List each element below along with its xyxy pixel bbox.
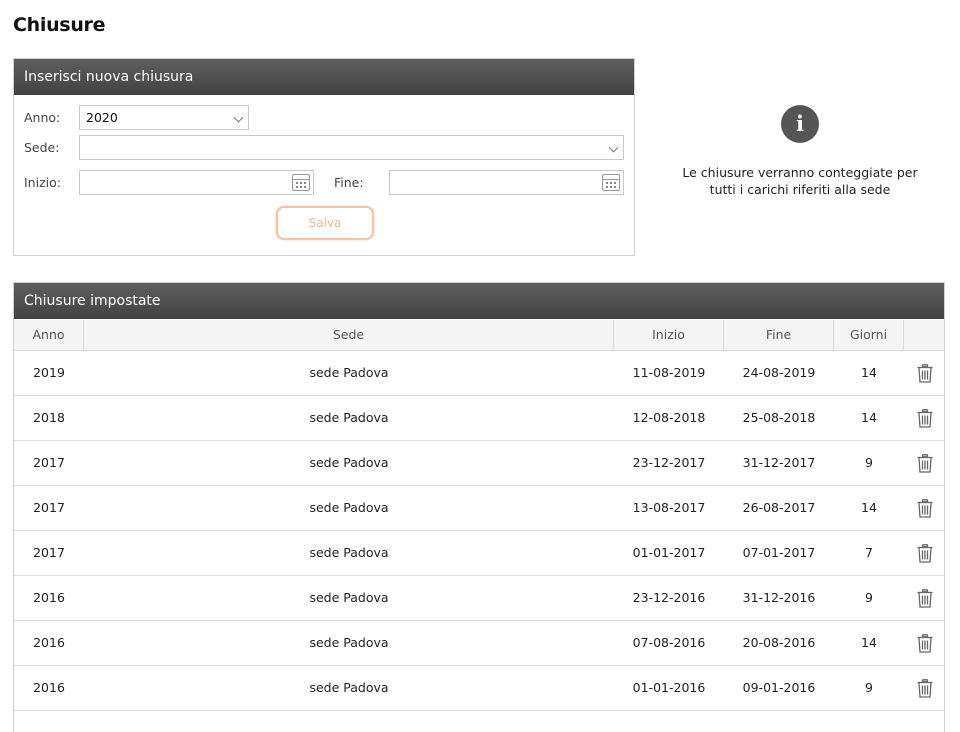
cell-giorni: 9 [865,590,873,605]
cell-giorni: 14 [861,365,877,380]
table-row[interactable]: 2017 sede Padova 01-01-2017 07-01-2017 7 [14,531,944,576]
cell-inizio: 01-01-2016 [632,680,706,695]
table-row[interactable]: 2016 sede Padova 07-08-2016 20-08-2016 14 [14,621,944,666]
cell-inizio: 01-01-2017 [632,545,706,560]
cell-giorni: 9 [865,680,873,695]
column-header-giorni[interactable]: Giorni [834,320,904,350]
insert-closure-panel: Inserisci nuova chiusura Anno: 2020 Sede… [13,58,635,256]
cell-anno: 2017 [33,545,65,560]
calendar-icon[interactable] [292,174,310,191]
chevron-down-icon [610,136,617,159]
cell-sede: sede Padova [309,680,389,695]
cell-fine: 25-08-2018 [742,410,816,425]
inizio-date-input[interactable] [79,170,314,195]
cell-fine: 20-08-2016 [742,635,816,650]
cell-inizio: 23-12-2017 [632,455,706,470]
cell-giorni: 14 [861,410,877,425]
cell-giorni: 9 [865,455,873,470]
cell-fine: 31-12-2017 [742,455,816,470]
column-header-fine[interactable]: Fine [724,320,834,350]
table-row[interactable]: 2018 sede Padova 12-08-2018 25-08-2018 14 [14,396,944,441]
cell-fine: 09-01-2016 [742,680,816,695]
cell-anno: 2016 [33,680,65,695]
table-row[interactable]: 2019 sede Padova 11-08-2019 24-08-2019 14 [14,351,944,396]
cell-anno: 2016 [33,635,65,650]
trash-icon[interactable] [917,364,933,383]
anno-select-value: 2020 [86,110,118,125]
cell-inizio: 11-08-2019 [632,365,706,380]
closures-list-panel: Chiusure impostate Anno Sede Inizio Fine… [13,282,945,732]
trash-icon[interactable] [917,634,933,653]
cell-anno: 2016 [33,590,65,605]
anno-label: Anno: [24,110,61,125]
calendar-icon[interactable] [602,174,620,191]
cell-sede: sede Padova [309,635,389,650]
sede-label: Sede: [24,140,60,155]
cell-inizio: 23-12-2016 [632,590,706,605]
sede-select[interactable] [79,135,624,160]
trash-icon[interactable] [917,589,933,608]
column-header-anno[interactable]: Anno [14,320,84,350]
info-icon: i [781,105,819,143]
cell-fine: 24-08-2019 [742,365,816,380]
cell-inizio: 12-08-2018 [632,410,706,425]
trash-icon[interactable] [917,499,933,518]
anno-select[interactable]: 2020 [79,105,249,130]
cell-inizio: 07-08-2016 [632,635,706,650]
save-button[interactable]: Salva [276,206,374,240]
page-title: Chiusure [13,14,106,36]
cell-giorni: 7 [865,545,873,560]
cell-inizio: 13-08-2017 [632,500,706,515]
inizio-label: Inizio: [24,175,61,190]
cell-giorni: 14 [861,635,877,650]
cell-sede: sede Padova [309,365,389,380]
insert-panel-header: Inserisci nuova chiusura [14,59,634,95]
cell-anno: 2019 [33,365,65,380]
table-row[interactable]: 2016 sede Padova 23-12-2016 31-12-2016 9 [14,576,944,621]
table-row[interactable]: 2016 sede Padova 01-01-2016 09-01-2016 9 [14,666,944,711]
chevron-down-icon [235,106,242,129]
cell-sede: sede Padova [309,590,389,605]
cell-anno: 2018 [33,410,65,425]
cell-anno: 2017 [33,500,65,515]
cell-giorni: 14 [861,500,877,515]
trash-icon[interactable] [917,679,933,698]
fine-date-input[interactable] [389,170,624,195]
column-header-actions [904,320,944,350]
trash-icon[interactable] [917,454,933,473]
cell-fine: 26-08-2017 [742,500,816,515]
cell-anno: 2017 [33,455,65,470]
column-header-sede[interactable]: Sede [84,320,614,350]
cell-sede: sede Padova [309,410,389,425]
cell-sede: sede Padova [309,500,389,515]
info-text: Le chiusure verranno conteggiate per tut… [682,165,918,197]
trash-icon[interactable] [917,544,933,563]
fine-label: Fine: [334,175,364,190]
cell-fine: 31-12-2016 [742,590,816,605]
cell-sede: sede Padova [309,455,389,470]
cell-sede: sede Padova [309,545,389,560]
list-panel-header: Chiusure impostate [14,283,944,319]
trash-icon[interactable] [917,409,933,428]
table-row[interactable]: 2017 sede Padova 23-12-2017 31-12-2017 9 [14,441,944,486]
column-header-inizio[interactable]: Inizio [614,320,724,350]
table-row[interactable]: 2017 sede Padova 13-08-2017 26-08-2017 14 [14,486,944,531]
cell-fine: 07-01-2017 [742,545,816,560]
table-header: Anno Sede Inizio Fine Giorni [14,320,944,351]
